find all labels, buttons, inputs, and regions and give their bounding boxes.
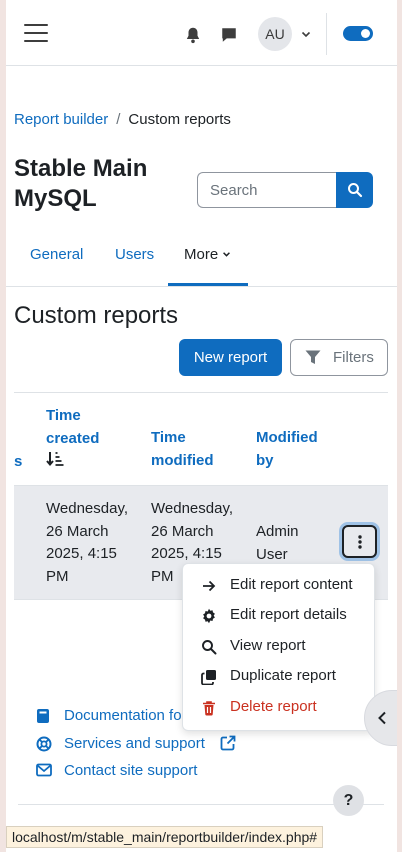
tab-users[interactable]: Users	[115, 246, 154, 263]
page: AU Report builder / Custom reports Stable …	[6, 0, 397, 852]
secondary-navigation: General Users More	[6, 224, 397, 287]
row-actions-menu: Edit report content Edit report details …	[182, 563, 375, 731]
search-button[interactable]	[336, 172, 373, 208]
menu-item-label: Edit report content	[230, 576, 353, 593]
breadcrumb-custom-reports: Custom reports	[128, 111, 231, 128]
book-icon	[37, 709, 49, 723]
edit-mode-toggle[interactable]	[343, 26, 373, 41]
column-header-partial[interactable]: s	[14, 451, 22, 474]
footer-divider	[18, 804, 384, 805]
chevron-down-icon	[223, 252, 231, 257]
menu-item-edit-content[interactable]: Edit report content	[183, 572, 376, 602]
lifering-icon	[36, 736, 52, 752]
tab-general[interactable]: General	[30, 246, 83, 263]
top-navbar: AU	[6, 0, 397, 66]
menu-item-label: Duplicate report	[230, 667, 336, 684]
menu-item-view-report[interactable]: View report	[183, 633, 376, 663]
help-button[interactable]: ?	[333, 785, 364, 816]
search-input[interactable]	[197, 172, 337, 208]
menu-item-label: Delete report	[230, 698, 317, 715]
navbar-divider	[326, 13, 327, 55]
menu-item-edit-details[interactable]: Edit report details	[183, 602, 376, 632]
breadcrumb-separator: /	[116, 111, 121, 128]
copy-icon	[201, 670, 216, 685]
cell-modified-by: Admin User	[256, 523, 299, 563]
filter-icon	[305, 350, 321, 364]
page-title: Stable Main MySQL	[14, 155, 148, 212]
active-tab-indicator	[168, 283, 248, 286]
avatar[interactable]: AU	[258, 17, 292, 51]
cell-time-created: Wednesday, 26 March 2025, 4:15 PM	[46, 500, 128, 585]
kebab-icon	[357, 534, 362, 549]
column-header-modified-by[interactable]: Modified by	[256, 427, 336, 472]
column-header-time-created[interactable]: Time created	[46, 405, 126, 467]
search-group	[197, 172, 373, 208]
tab-more-label: More	[184, 246, 219, 263]
menu-item-label: Edit report details	[230, 606, 347, 623]
hamburger-menu-icon[interactable]	[24, 24, 48, 44]
column-header-time-created-label: Time created	[46, 407, 100, 447]
footer-services-label: Services and support	[64, 735, 205, 752]
section-title: Custom reports	[14, 302, 179, 329]
filters-button[interactable]: Filters	[290, 339, 388, 376]
search-icon	[202, 640, 217, 655]
bell-icon[interactable]	[184, 26, 202, 44]
external-link-icon	[220, 735, 236, 751]
filters-label: Filters	[333, 349, 374, 366]
chat-icon[interactable]	[220, 26, 238, 44]
menu-item-delete-report[interactable]: Delete report	[183, 694, 376, 724]
column-header-time-modified[interactable]: Time modified	[151, 427, 231, 472]
arrow-right-icon	[203, 580, 216, 592]
search-icon	[347, 183, 362, 198]
table-border	[14, 392, 388, 393]
tab-more[interactable]: More	[184, 246, 232, 263]
menu-item-label: View report	[230, 637, 306, 654]
row-actions-button[interactable]	[342, 525, 377, 558]
footer-contact-label: Contact site support	[64, 762, 198, 779]
chevron-down-icon[interactable]	[300, 28, 312, 40]
breadcrumb: Report builder / Custom reports	[14, 111, 231, 128]
trash-icon	[203, 701, 215, 716]
sort-descending-icon	[46, 452, 64, 467]
gear-icon	[203, 608, 215, 624]
footer-documentation-label: Documentation fo	[64, 707, 182, 724]
new-report-button[interactable]: New report	[179, 339, 282, 376]
envelope-icon	[36, 763, 52, 777]
chevron-left-icon	[378, 711, 386, 725]
menu-item-duplicate-report[interactable]: Duplicate report	[183, 663, 376, 693]
breadcrumb-report-builder[interactable]: Report builder	[14, 111, 108, 128]
status-bar-url: localhost/m/stable_main/reportbuilder/in…	[6, 826, 324, 848]
